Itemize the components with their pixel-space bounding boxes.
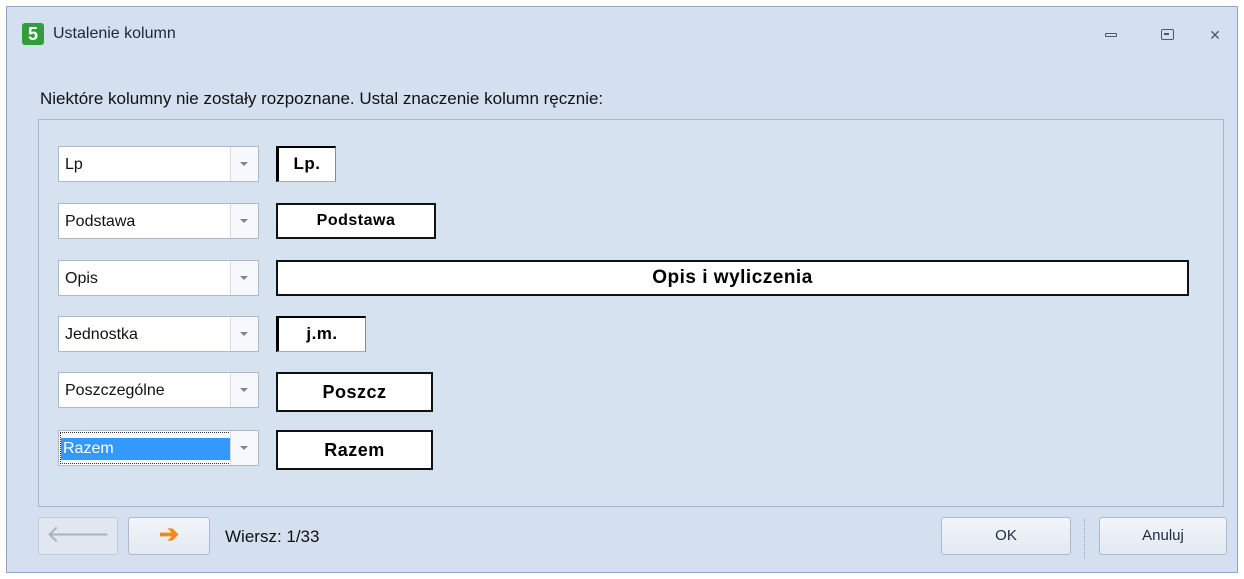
chevron-down-icon[interactable] [230, 317, 258, 351]
instruction-text: Niektóre kolumny nie zostały rozpoznane.… [40, 89, 604, 108]
ok-button[interactable]: OK [941, 517, 1071, 555]
chevron-down-icon[interactable] [230, 373, 258, 407]
dropdown-value: Opis [65, 270, 98, 287]
chevron-down-icon[interactable] [230, 147, 258, 181]
column-type-dropdown[interactable]: Poszczególne [58, 372, 259, 408]
column-type-dropdown[interactable]: Lp [58, 146, 259, 182]
dropdown-value: Lp [65, 156, 83, 173]
maximize-icon [1160, 29, 1174, 40]
column-header-preview: Razem [276, 430, 433, 470]
chevron-down-icon[interactable] [230, 431, 258, 465]
column-type-dropdown[interactable]: Opis [58, 260, 259, 296]
minimize-icon [1105, 33, 1117, 37]
chevron-down-icon[interactable] [230, 204, 258, 238]
cancel-button[interactable]: Anuluj [1099, 517, 1227, 555]
button-separator [1084, 519, 1085, 559]
dropdown-value: Podstawa [65, 213, 136, 230]
column-header-preview: j.m. [276, 316, 366, 352]
close-icon: ✕ [1209, 27, 1221, 43]
dialog-window: 5 Ustalenie kolumn ✕ Niektóre kolumny ni… [6, 6, 1238, 573]
previous-row-button[interactable]: 🡐 [38, 517, 118, 555]
chevron-down-icon[interactable] [230, 261, 258, 295]
footer-bar: 🡐 ➔ Wiersz: 1/33 OK Anuluj [7, 517, 1237, 567]
column-header-preview: Podstawa [276, 203, 436, 239]
column-type-dropdown[interactable]: Podstawa [58, 203, 259, 239]
column-header-preview: Lp. [276, 146, 336, 182]
next-row-button[interactable]: ➔ [128, 517, 210, 555]
arrow-right-icon: ➔ [158, 521, 180, 548]
maximize-button[interactable] [1155, 25, 1179, 45]
dropdown-value: Razem [61, 438, 231, 460]
window-title: Ustalenie kolumn [53, 25, 176, 42]
column-header-preview: Opis i wyliczenia [276, 260, 1189, 296]
close-button[interactable]: ✕ [1203, 25, 1227, 45]
column-header-preview: Poszcz [276, 372, 433, 412]
column-mapping-panel: Lp Lp. Podstawa Podstawa Opis Opis i wyl… [38, 119, 1224, 507]
column-type-dropdown[interactable]: Razem [58, 430, 259, 466]
arrow-left-icon: 🡐 [45, 521, 111, 548]
title-bar: 5 Ustalenie kolumn ✕ [7, 7, 1237, 69]
app-icon: 5 [22, 23, 44, 45]
dropdown-value: Jednostka [65, 326, 138, 343]
column-type-dropdown[interactable]: Jednostka [58, 316, 259, 352]
minimize-button[interactable] [1099, 25, 1123, 45]
row-counter: Wiersz: 1/33 [225, 527, 320, 546]
dropdown-value: Poszczególne [65, 382, 165, 399]
